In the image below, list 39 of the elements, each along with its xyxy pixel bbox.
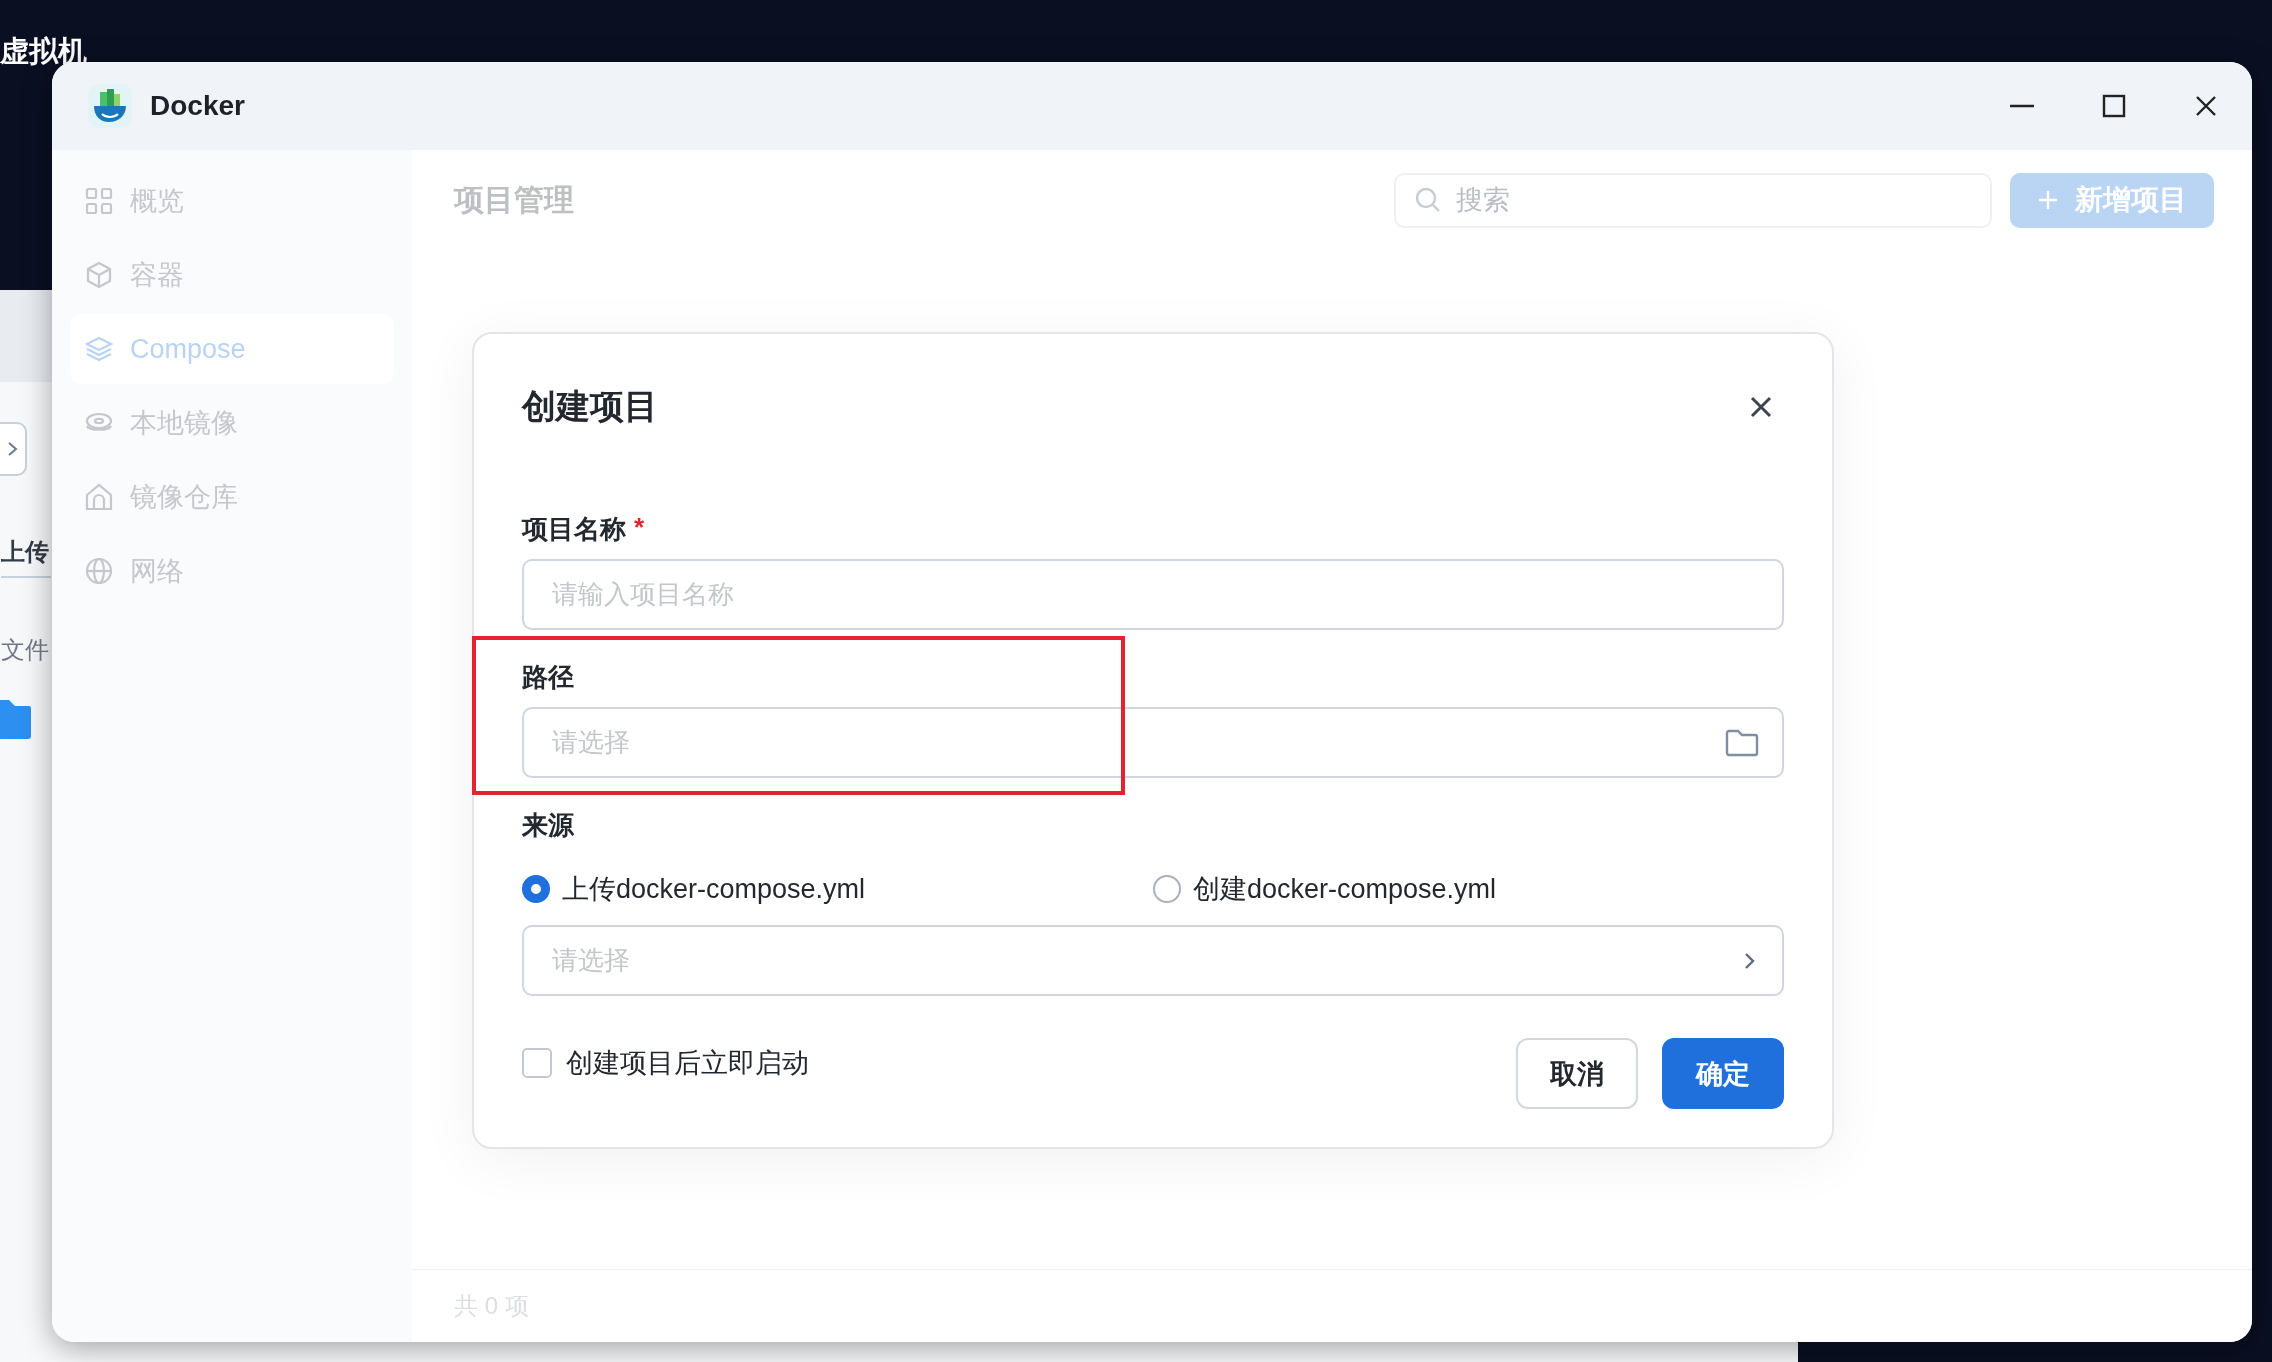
cancel-button[interactable]: 取消 bbox=[1516, 1038, 1638, 1109]
globe-icon bbox=[84, 556, 114, 586]
radio-button[interactable] bbox=[1153, 875, 1181, 903]
sidebar-item[interactable]: Compose bbox=[70, 314, 394, 384]
radio-button[interactable] bbox=[522, 875, 550, 903]
search-input[interactable]: 搜索 bbox=[1454, 183, 1990, 217]
field-label: 项目名称 bbox=[522, 513, 626, 546]
search-field[interactable]: 搜索 bbox=[1394, 172, 1992, 228]
select-input[interactable]: 请选择 bbox=[550, 944, 1740, 977]
required-mark: * bbox=[634, 512, 645, 544]
radio-option[interactable]: 创建docker-compose.yml bbox=[1153, 871, 1784, 907]
text-input[interactable]: 请选择 bbox=[550, 726, 1724, 759]
add-project-button[interactable]: 新增项目 bbox=[2010, 172, 2214, 228]
checkbox-label: 创建项目后立即启动 bbox=[566, 1046, 809, 1080]
grid-icon bbox=[84, 186, 114, 216]
column-header: 文件 bbox=[1, 635, 49, 665]
radio-label: 创建docker-compose.yml bbox=[1193, 873, 1497, 906]
input-field[interactable]: 请输入项目名称 bbox=[522, 559, 1784, 630]
radio-label: 上传docker-compose.yml bbox=[562, 873, 866, 906]
select-field[interactable]: 请选择 bbox=[522, 925, 1784, 996]
page-title: 项目管理 bbox=[454, 181, 574, 218]
window-title: Docker bbox=[150, 90, 245, 122]
radio-option[interactable]: 上传docker-compose.yml bbox=[522, 871, 1153, 907]
field-label: 路径 bbox=[522, 661, 574, 694]
checkbox[interactable] bbox=[522, 1047, 552, 1078]
house-icon bbox=[84, 482, 114, 512]
path-field[interactable]: 请选择 bbox=[522, 707, 1784, 778]
whale-logo-icon bbox=[88, 84, 132, 128]
text-input[interactable]: 请输入项目名称 bbox=[550, 578, 1760, 611]
dialog-title: 创建项目 bbox=[522, 386, 658, 427]
maximize-icon[interactable] bbox=[2100, 92, 2128, 120]
field-label: 来源 bbox=[522, 809, 574, 842]
layers-icon bbox=[84, 334, 114, 364]
cube-icon bbox=[84, 260, 114, 290]
close-icon[interactable] bbox=[1748, 394, 1774, 420]
plus-icon bbox=[2037, 189, 2059, 211]
confirm-button[interactable]: 确定 bbox=[1662, 1038, 1784, 1109]
folder-icon[interactable] bbox=[1724, 727, 1760, 758]
search-icon bbox=[1414, 186, 1442, 214]
